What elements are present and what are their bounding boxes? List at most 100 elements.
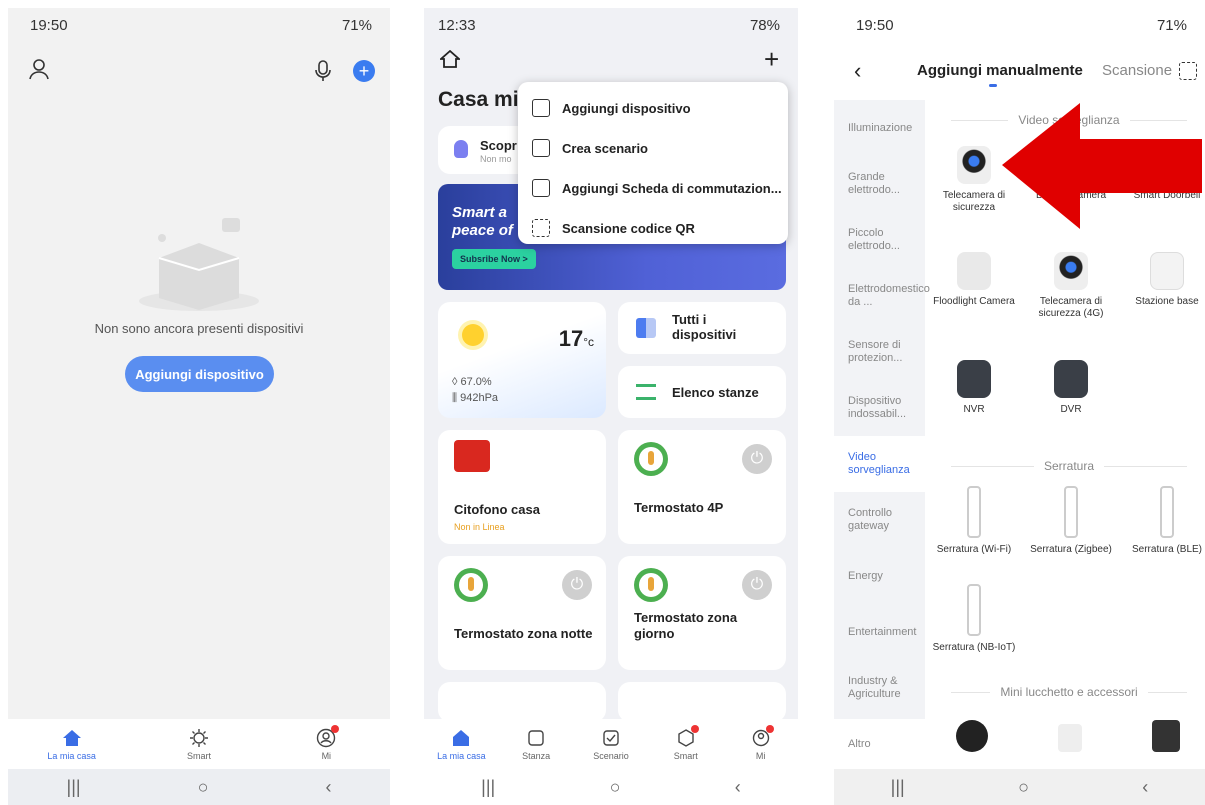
scan-icon[interactable] — [1179, 62, 1197, 80]
padlock-icon[interactable] — [1152, 720, 1180, 752]
category-item[interactable]: Industry & Agriculture — [834, 660, 925, 716]
home-icon — [61, 727, 83, 749]
home-button[interactable]: ○ — [610, 777, 621, 798]
device-label: Serratura (NB-IoT) — [932, 642, 1016, 653]
scan-icon — [532, 219, 550, 237]
tab-manual[interactable]: Aggiungi manualmente — [917, 62, 1083, 79]
status-bar: 19:50 71% — [30, 14, 372, 36]
tab-home[interactable]: La mia casa — [426, 727, 496, 761]
back-chevron-icon[interactable]: ‹ — [854, 58, 861, 84]
category-item[interactable]: Piccolo elettrodo... — [834, 212, 925, 268]
recent-apps-button[interactable]: ||| — [891, 777, 905, 798]
back-button[interactable]: ‹ — [735, 777, 741, 798]
category-item[interactable]: Altro — [834, 716, 925, 772]
nvr-icon — [957, 360, 991, 398]
status-battery: 78% — [749, 16, 780, 34]
tab-label: Smart — [673, 751, 698, 761]
weather-card[interactable]: 17°c ◊ 67.0% ⫼ 942hPa — [438, 302, 606, 418]
power-icon[interactable]: ⏻ — [742, 444, 772, 474]
recent-apps-button[interactable]: ||| — [481, 777, 495, 798]
device-card-partial[interactable] — [618, 682, 786, 722]
device-tile[interactable]: Serratura (BLE) — [1125, 486, 1205, 556]
category-item[interactable]: Entertainment — [834, 604, 925, 660]
tab-smart[interactable]: Smart — [651, 725, 721, 761]
subscribe-button[interactable]: Subsribe Now > — [452, 249, 536, 269]
device-card-intercom[interactable]: Citofono casa Non in Linea — [438, 430, 606, 544]
tab-label: Mi — [321, 751, 332, 761]
category-item[interactable]: Dispositivo indossabil... — [834, 380, 925, 436]
tab-me[interactable]: Mi — [291, 725, 361, 761]
rooms-card[interactable]: Elenco stanze — [618, 366, 786, 418]
menu-add-switch-panel[interactable]: Aggiungi Scheda di commutazion... — [518, 168, 788, 208]
device-name: Termostato zona notte — [454, 626, 593, 641]
device-tile[interactable]: Serratura (NB-IoT) — [932, 584, 1016, 654]
discover-subtitle: Non mo — [480, 154, 512, 164]
device-card-thermostat-night[interactable]: ⏻ Termostato zona notte — [438, 556, 606, 670]
device-label: DVR — [1060, 404, 1082, 415]
notification-dot — [690, 725, 699, 733]
tab-scan[interactable]: Scansione — [1102, 62, 1172, 79]
keypad-lock-icon[interactable] — [956, 720, 988, 752]
category-item[interactable]: Controllo gateway — [834, 492, 925, 548]
device-label: Telecamera di sicurezza — [942, 190, 1006, 213]
home-button[interactable]: ○ — [198, 777, 209, 798]
menu-create-scene[interactable]: Crea scenario — [518, 128, 788, 168]
all-devices-label: Tutti i dispositivi — [672, 312, 737, 342]
add-device-button[interactable]: Aggiungi dispositivo — [125, 356, 274, 392]
add-icon[interactable]: + — [353, 60, 375, 82]
device-tile[interactable]: Serratura (Wi-Fi) — [932, 486, 1016, 556]
scene-icon — [532, 139, 550, 157]
section-title: Mini lucchetto e accessori — [1000, 685, 1138, 699]
tab-me[interactable]: Mi — [726, 725, 796, 761]
power-icon[interactable]: ⏻ — [562, 570, 592, 600]
banner-line2: peace of — [452, 222, 513, 239]
category-item[interactable]: Grande elettrodo... — [834, 156, 925, 212]
device-card-partial[interactable] — [438, 682, 606, 722]
tab-scenario[interactable]: Scenario — [576, 727, 646, 761]
all-devices-card[interactable]: Tutti i dispositivi — [618, 302, 786, 354]
profile-icon[interactable] — [28, 58, 50, 80]
add-icon[interactable]: + — [764, 44, 779, 75]
status-time: 12:33 — [438, 16, 476, 34]
screen-empty-home: 19:50 71% + Non sono ancora presenti dis… — [8, 8, 390, 805]
lock-icon — [1160, 486, 1174, 538]
thermostat-icon — [454, 568, 488, 602]
power-icon[interactable]: ⏻ — [742, 570, 772, 600]
tab-smart[interactable]: Smart — [164, 727, 234, 761]
device-name: Termostato 4P — [634, 500, 724, 515]
mini-lock-icon[interactable] — [1058, 724, 1082, 752]
home-icon[interactable] — [440, 50, 460, 68]
category-item[interactable]: Illuminazione — [834, 100, 925, 156]
category-item[interactable]: Energy — [834, 548, 925, 604]
device-tile[interactable]: Serratura (Zigbee) — [1029, 486, 1113, 556]
microphone-icon[interactable] — [314, 60, 332, 82]
device-label: Serratura (Wi-Fi) — [936, 544, 1012, 555]
device-tile[interactable]: NVR — [932, 360, 1016, 416]
recent-apps-button[interactable]: ||| — [67, 777, 81, 798]
device-tile[interactable]: Stazione base — [1125, 252, 1205, 308]
temperature: 17°c — [559, 326, 594, 352]
temp-unit: °c — [583, 335, 594, 349]
category-item-selected[interactable]: Video sorveglianza — [834, 436, 925, 492]
category-item[interactable]: Sensore di protezion... — [834, 324, 925, 380]
security-camera-icon — [957, 146, 991, 184]
device-tile[interactable]: DVR — [1029, 360, 1113, 416]
tab-label: Mi — [755, 751, 766, 761]
device-card-thermostat-4p[interactable]: ⏻ Termostato 4P — [618, 430, 786, 544]
room-icon — [525, 727, 547, 749]
device-tile[interactable]: Floodlight Camera — [932, 252, 1016, 308]
floodlight-camera-icon — [957, 252, 991, 290]
back-button[interactable]: ‹ — [1142, 777, 1148, 798]
status-battery: 71% — [341, 16, 372, 34]
device-card-thermostat-day[interactable]: ⏻ Termostato zona giorno — [618, 556, 786, 670]
back-button[interactable]: ‹ — [325, 777, 331, 798]
category-item[interactable]: Elettrodomestico da ... — [834, 268, 930, 324]
home-button[interactable]: ○ — [1018, 777, 1029, 798]
device-tile[interactable]: Telecamera di sicurezza (4G) — [1029, 252, 1113, 320]
category-sidebar: Illuminazione Grande elettrodo... Piccol… — [834, 100, 930, 750]
page-title: Casa mi — [438, 88, 519, 111]
tab-home[interactable]: La mia casa — [37, 727, 107, 761]
menu-add-device[interactable]: Aggiungi dispositivo — [518, 88, 788, 128]
menu-scan-qr[interactable]: Scansione codice QR — [518, 208, 788, 248]
tab-room[interactable]: Stanza — [501, 727, 571, 761]
